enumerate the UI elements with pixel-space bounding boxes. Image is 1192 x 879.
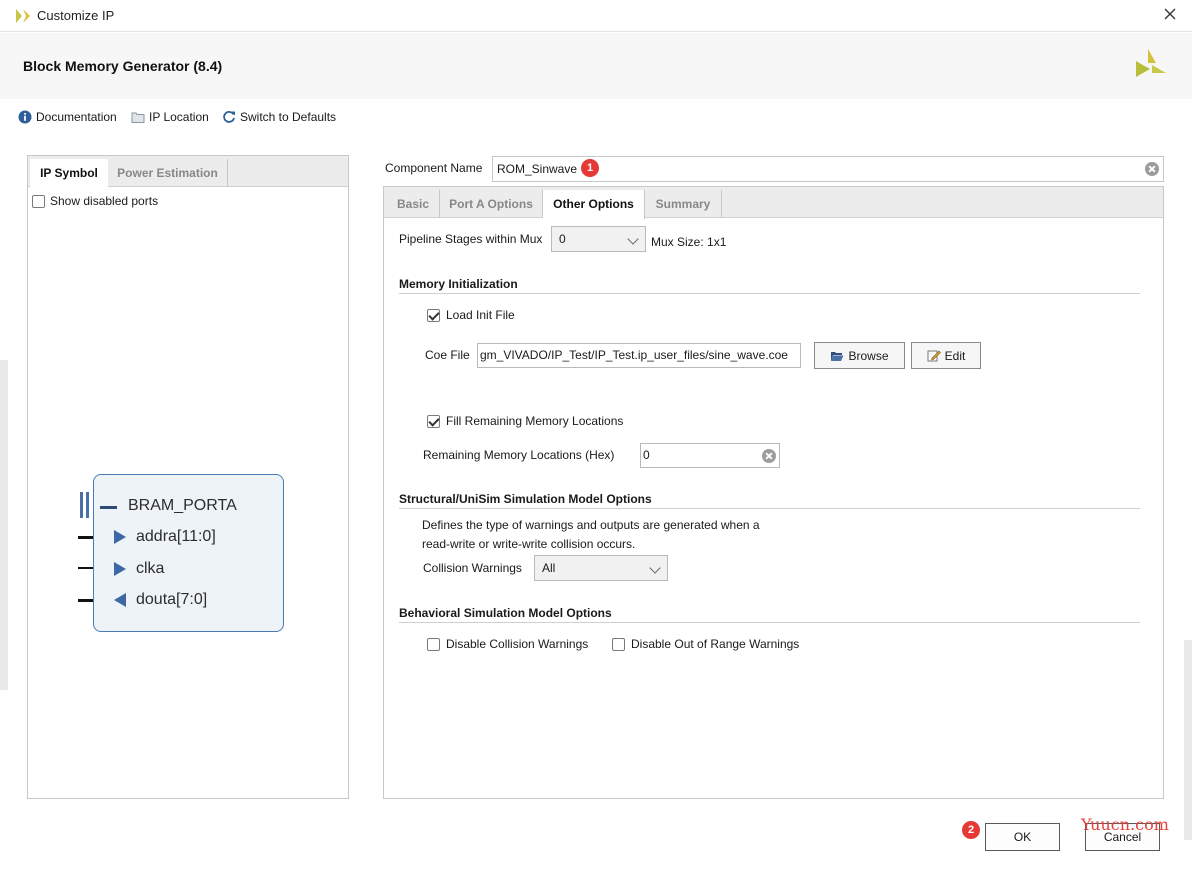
edit-label: Edit xyxy=(944,348,966,363)
coe-file-label: Coe File xyxy=(425,348,470,362)
show-disabled-ports-checkbox[interactable]: Show disabled ports xyxy=(32,194,158,208)
pin-line-clka xyxy=(78,567,93,569)
tab-other-options[interactable]: Other Options xyxy=(543,190,645,219)
input-arrow-icon xyxy=(114,562,126,576)
ip-location-label: IP Location xyxy=(149,110,209,124)
disable-collision-label: Disable Collision Warnings xyxy=(446,637,589,651)
open-folder-icon xyxy=(831,351,844,361)
load-init-file-checkbox[interactable]: Load Init File xyxy=(427,308,515,322)
background-window-edge-right xyxy=(1184,640,1192,840)
coe-file-input[interactable]: gm_VIVADO/IP_Test/IP_Test.ip_user_files/… xyxy=(477,343,801,368)
ip-location-link[interactable]: IP Location xyxy=(131,108,209,126)
switch-to-defaults-link[interactable]: Switch to Defaults xyxy=(222,108,336,126)
behavioral-options-title: Behavioral Simulation Model Options xyxy=(399,606,612,620)
remaining-locations-value: 0 xyxy=(643,448,650,462)
ip-symbol-panel: IP Symbol Power Estimation Show disabled… xyxy=(27,155,349,799)
disable-range-label: Disable Out of Range Warnings xyxy=(631,637,800,651)
section-divider xyxy=(399,508,1140,509)
browse-button[interactable]: Browse xyxy=(814,342,905,369)
remaining-locations-label: Remaining Memory Locations (Hex) xyxy=(423,448,615,462)
pin-line-douta xyxy=(78,599,93,602)
edit-icon xyxy=(927,350,941,362)
close-icon xyxy=(1164,8,1176,20)
options-panel: Basic Port A Options Other Options Summa… xyxy=(383,186,1164,799)
refresh-icon xyxy=(223,111,235,123)
checkbox-box[interactable] xyxy=(427,308,440,322)
watermark-text: Yuucn.com xyxy=(1081,815,1169,834)
tab-summary[interactable]: Summary xyxy=(645,190,722,218)
xilinx-logo-icon xyxy=(1136,49,1166,77)
coe-file-value: gm_VIVADO/IP_Test/IP_Test.ip_user_files/… xyxy=(480,348,788,362)
ip-title: Block Memory Generator (8.4) xyxy=(23,58,223,74)
title-bar: Customize IP xyxy=(0,0,1192,32)
output-arrow-icon xyxy=(114,593,126,607)
edit-button[interactable]: Edit xyxy=(911,342,981,369)
memory-initialization-title: Memory Initialization xyxy=(399,277,518,291)
mux-size-label: Mux Size: 1x1 xyxy=(651,235,727,249)
checkbox-box[interactable] xyxy=(427,414,440,428)
collision-warnings-label: Collision Warnings xyxy=(423,561,522,575)
show-disabled-label: Show disabled ports xyxy=(50,194,159,208)
pin-addra-label: addra[11:0] xyxy=(136,528,216,545)
bus-bar-left xyxy=(80,492,83,518)
clear-icon[interactable] xyxy=(762,449,776,463)
tab-ip-symbol[interactable]: IP Symbol xyxy=(30,159,108,188)
clear-icon[interactable] xyxy=(1145,162,1159,176)
structural-description-line-1: Defines the type of warnings and outputs… xyxy=(422,518,760,532)
pin-clka-label: clka xyxy=(136,560,165,577)
documentation-label: Documentation xyxy=(36,110,117,124)
annotation-badge-1: 1 xyxy=(581,159,599,177)
tab-port-a-options[interactable]: Port A Options xyxy=(440,190,543,218)
documentation-link[interactable]: Documentation xyxy=(18,108,117,126)
switch-to-defaults-label: Switch to Defaults xyxy=(240,110,337,124)
component-name-label: Component Name xyxy=(385,161,483,175)
close-button[interactable] xyxy=(1158,2,1184,28)
bram-porta-label: BRAM_PORTA xyxy=(128,497,237,514)
background-window-edge-left xyxy=(0,360,8,690)
vivado-logo-icon xyxy=(16,9,30,23)
dialog-header: Block Memory Generator (8.4) xyxy=(0,33,1192,99)
pin-douta-label: douta[7:0] xyxy=(136,591,208,608)
chevron-down-icon xyxy=(627,233,639,245)
pipeline-stages-label: Pipeline Stages within Mux xyxy=(399,232,543,246)
disable-out-of-range-checkbox[interactable]: Disable Out of Range Warnings xyxy=(612,637,799,651)
section-divider xyxy=(399,293,1140,294)
section-divider xyxy=(399,622,1140,623)
remaining-locations-input[interactable]: 0 xyxy=(640,443,780,468)
bus-dash xyxy=(100,506,117,509)
pipeline-stages-select[interactable]: 0 xyxy=(551,226,646,252)
bram-symbol-box: BRAM_PORTA addra[11:0] clka douta[7:0] xyxy=(93,474,284,632)
structural-description-line-2: read-write or write-write collision occu… xyxy=(422,537,636,551)
checkbox-box[interactable] xyxy=(427,637,440,651)
folder-icon xyxy=(131,112,145,123)
pipeline-stages-value: 0 xyxy=(559,232,566,246)
structural-options-title: Structural/UniSim Simulation Model Optio… xyxy=(399,492,652,506)
options-tab-bar: Basic Port A Options Other Options Summa… xyxy=(384,187,1163,219)
load-init-file-label: Load Init File xyxy=(446,308,515,322)
checkbox-box[interactable] xyxy=(32,194,45,208)
fill-remaining-checkbox[interactable]: Fill Remaining Memory Locations xyxy=(427,414,623,428)
collision-warnings-select[interactable]: All xyxy=(534,555,668,581)
disable-collision-warnings-checkbox[interactable]: Disable Collision Warnings xyxy=(427,637,588,651)
component-name-value: ROM_Sinwave xyxy=(497,162,578,176)
checkbox-box[interactable] xyxy=(612,637,625,651)
window-title: Customize IP xyxy=(37,8,115,23)
tab-power-estimation[interactable]: Power Estimation xyxy=(108,159,228,187)
bus-bar-right xyxy=(86,492,89,518)
ok-button[interactable]: OK xyxy=(985,823,1060,851)
tab-basic[interactable]: Basic xyxy=(387,190,440,218)
fill-remaining-label: Fill Remaining Memory Locations xyxy=(446,414,624,428)
collision-warnings-value: All xyxy=(542,561,556,575)
pin-line-addra xyxy=(78,536,93,539)
chevron-down-icon xyxy=(649,562,661,574)
info-icon xyxy=(18,110,32,124)
browse-label: Browse xyxy=(848,348,889,363)
annotation-badge-2: 2 xyxy=(962,821,980,839)
input-arrow-icon xyxy=(114,530,126,544)
left-tab-bar: IP Symbol Power Estimation xyxy=(28,156,348,188)
